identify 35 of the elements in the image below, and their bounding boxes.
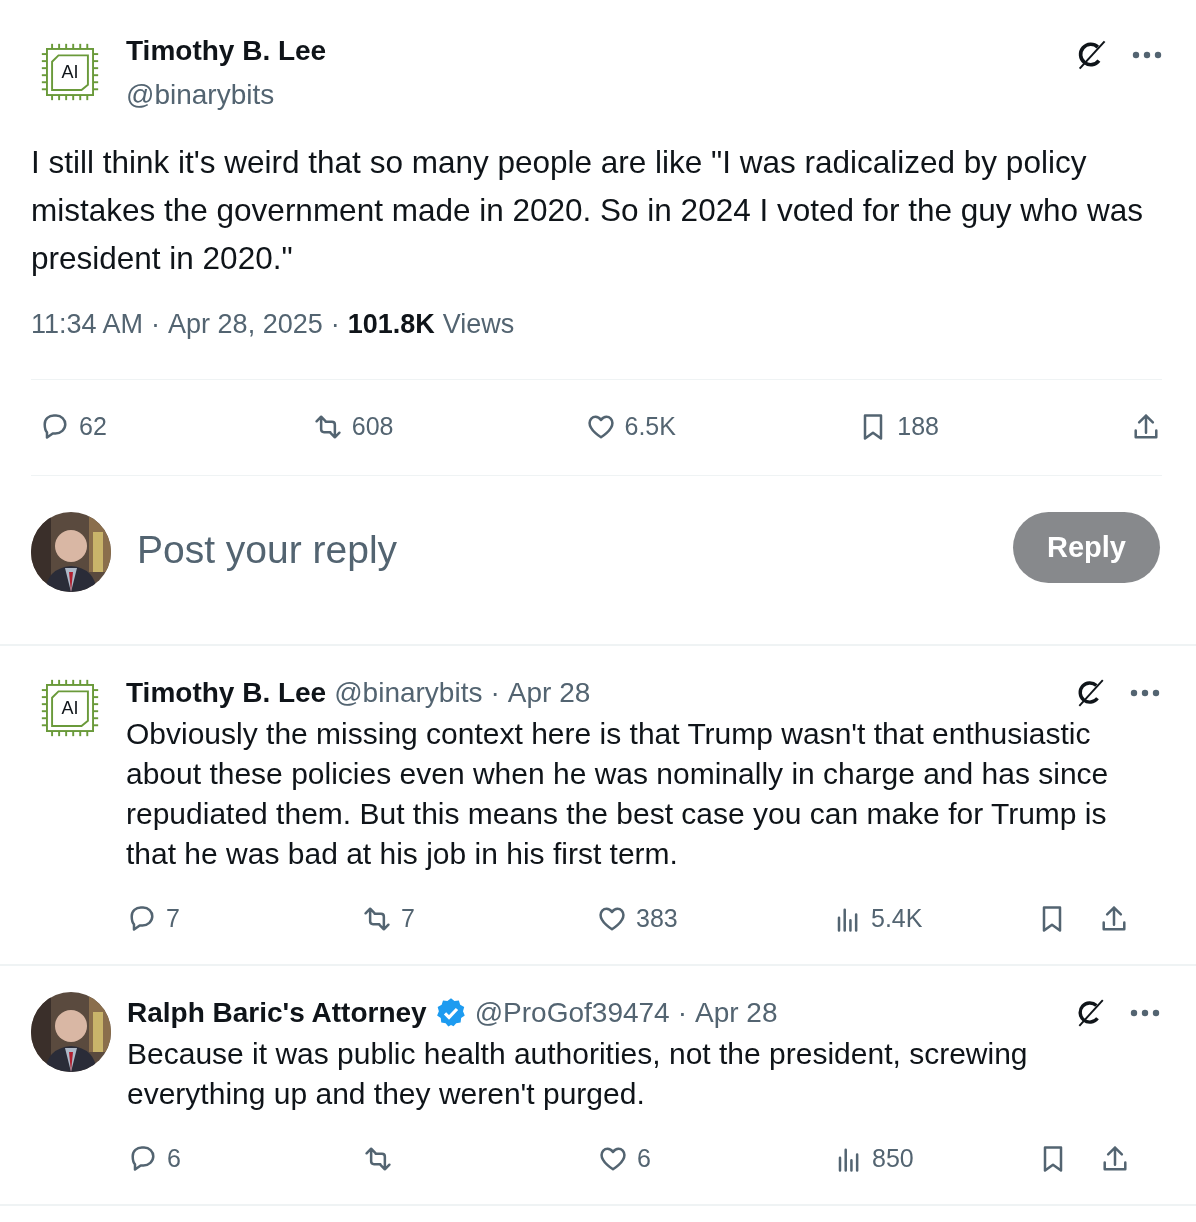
reply-text: Obviously the missing context here is that Trump wasn't that enthusiastic about these policies even when he was nominally in charge and has since repudiated them. But this means the best case you can make for Trump is that he was bad at his job in his first term. (126, 715, 1110, 872)
author-name: Timothy B. Lee (126, 34, 328, 68)
separator-dot: · (330, 308, 340, 341)
more-icon[interactable] (1132, 50, 1162, 60)
views-label: Views (442, 308, 515, 341)
reply-text: Because it was public health authorities, not the president, screwing everything up and they weren't purged. (127, 1035, 1029, 1112)
post-date: Apr 28 (695, 995, 778, 1030)
count: 62 (79, 411, 107, 443)
separator-dot: · (490, 675, 500, 710)
count: 7 (401, 902, 415, 934)
author-handle: @binarybits (334, 675, 483, 710)
post-time: 11:34 AM (31, 308, 144, 341)
author-handle: @binarybits (126, 78, 276, 112)
tweet-text: I still think it's weird that so many people are like "I was radicalized by policy mistakes the government made in 2020. So in 2024 I voted for the guy who was president in 2020." (31, 143, 1144, 278)
count: 188 (897, 411, 939, 443)
more-icon[interactable] (1130, 1007, 1160, 1018)
post-date: Apr 28 (507, 675, 591, 710)
more-icon[interactable] (1130, 687, 1160, 698)
separator-dot: · (151, 308, 161, 341)
logo-text: AI (60, 698, 80, 717)
count: 383 (636, 902, 678, 934)
author-name: Timothy B. Lee (126, 675, 327, 710)
view-count: 101.8K (347, 308, 435, 341)
count: 6 (637, 1142, 651, 1174)
count: 7 (166, 902, 180, 934)
post-date: Apr 28, 2025 (168, 308, 323, 341)
count: 6 (167, 1142, 181, 1174)
author-handle: @ProGof39474 (474, 995, 670, 1030)
count: 6.5K (624, 411, 676, 443)
count: 850 (872, 1142, 914, 1174)
separator-dot: · (677, 995, 687, 1030)
logo-text: AI (60, 63, 80, 81)
author-name: Ralph Baric's Attorney (127, 995, 427, 1030)
count: 5.4K (871, 902, 923, 934)
count: 608 (351, 411, 394, 443)
